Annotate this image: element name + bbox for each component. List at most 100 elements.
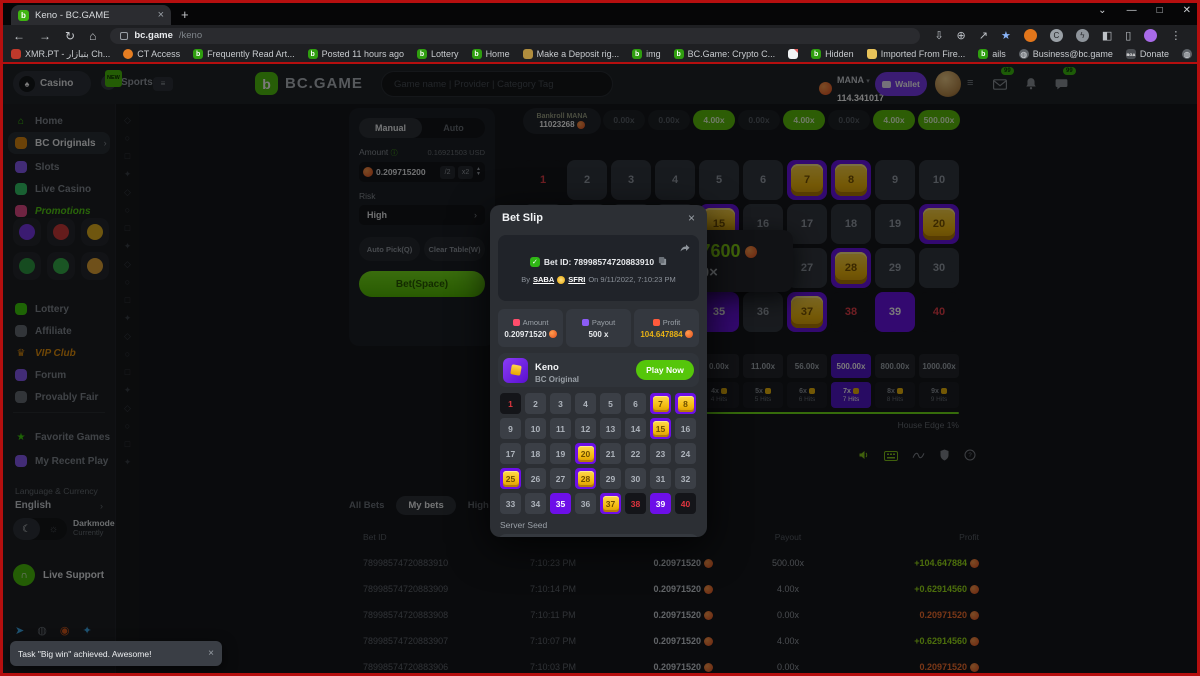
bcgame-b-bookmark-icon	[417, 49, 427, 59]
bookmark[interactable]	[1182, 49, 1192, 60]
browser-tab[interactable]: b Keno - BC.GAME ×	[11, 5, 171, 25]
browser-address-bar: ← → ↻ ⌂ bc.game/keno ⇩ ⊕ ↗ ★ C ϟ ◧ ▯ ⋮	[3, 25, 1197, 46]
toast-close-icon[interactable]: ×	[208, 648, 214, 659]
back-icon[interactable]: ←	[13, 29, 25, 43]
gold-gem-icon: 28	[578, 471, 594, 487]
reload-icon[interactable]: ↻	[65, 29, 75, 43]
play-now-button[interactable]: Play Now	[636, 360, 694, 380]
bookmark[interactable]: Hidden	[811, 49, 854, 60]
bookmark[interactable]: BC.Game: Crypto C...	[674, 49, 776, 60]
metamask-extension-icon[interactable]	[1024, 29, 1037, 42]
bookmark-label: Home	[486, 49, 510, 59]
bookmark-label: XMR.PT - بتبازار Ch...	[25, 49, 110, 60]
result-cell-17: 17	[500, 443, 521, 464]
url-field[interactable]: bc.game/keno	[110, 28, 920, 44]
browser-menu-icon[interactable]: ⋮	[1170, 29, 1181, 42]
install-icon[interactable]: ⇩	[934, 29, 943, 42]
result-cell-34: 34	[525, 493, 546, 514]
bookmark[interactable]: Donate	[1126, 49, 1169, 60]
toast-text: Task "Big win" achieved. Awesome!	[18, 649, 202, 659]
result-cell-11: 11	[550, 418, 571, 439]
tab-close-icon[interactable]: ×	[158, 9, 164, 21]
bookmarks-bar: XMR.PT - بتبازار Ch... CT Access Frequentl…	[3, 46, 1197, 62]
window-hide-icon[interactable]: ⌄	[1098, 5, 1106, 16]
xmr-bookmark-icon	[11, 49, 21, 59]
result-cell-38: 38	[625, 493, 646, 514]
window-minimize-icon[interactable]: —	[1127, 5, 1137, 16]
bookmark-label: BC.Game: Crypto C...	[688, 49, 776, 59]
keno-game-icon	[503, 358, 528, 383]
coin-icon	[549, 330, 557, 338]
result-cell-6: 6	[625, 393, 646, 414]
extension-lightning-icon[interactable]: ϟ	[1076, 29, 1089, 42]
gold-gem-icon: 25	[503, 471, 519, 487]
stat-value: 500 x	[588, 330, 608, 339]
result-cell-7: 7	[650, 393, 671, 414]
window-close-icon[interactable]: ✕	[1183, 5, 1191, 16]
bcgame-page: ♠ Casino ◉NEW Sports ≡ b BC.GAME MANA ▾ …	[3, 64, 1197, 673]
extension-icon[interactable]: C	[1050, 29, 1063, 42]
home-icon[interactable]: ⌂	[89, 29, 96, 43]
profile-avatar-icon[interactable]	[1144, 29, 1157, 42]
result-cell-40: 40	[675, 493, 696, 514]
bookmark-label: CT Access	[137, 49, 180, 59]
username-last[interactable]: SFRI	[568, 275, 585, 284]
bookmark-label: Imported From Fire...	[881, 49, 966, 59]
bookmark-label: ails	[992, 49, 1006, 59]
modal-close-icon[interactable]: ×	[688, 211, 695, 225]
stat-value: 0.20971520	[504, 330, 556, 339]
bet-result-grid: 1234567891011121314151617181920212223242…	[500, 393, 696, 514]
bookmark[interactable]: CT Access	[123, 49, 180, 60]
bookmark[interactable]: Posted 11 hours ago	[308, 49, 404, 60]
result-cell-30: 30	[625, 468, 646, 489]
bookmark[interactable]: Home	[472, 49, 510, 60]
game-provider: BC Original	[535, 375, 579, 384]
tab-title: Keno - BC.GAME	[35, 10, 152, 21]
window-maximize-icon[interactable]: □	[1157, 5, 1163, 16]
forward-icon[interactable]: →	[39, 29, 51, 43]
username-first[interactable]: SABA	[533, 275, 554, 284]
bookmark[interactable]: Make a Deposit rig...	[523, 49, 620, 60]
bookmark[interactable]: ails	[978, 49, 1006, 60]
stat-amount: Amount0.20971520	[498, 309, 563, 347]
zoom-icon[interactable]: ⊕	[957, 29, 966, 42]
result-cell-13: 13	[600, 418, 621, 439]
bookmark[interactable]: Business@bc.game	[1019, 49, 1113, 60]
profit-icon	[653, 319, 660, 326]
game-name: Keno	[535, 362, 559, 373]
url-path: /keno	[179, 30, 202, 41]
bcgame-b-bookmark-icon	[472, 49, 482, 59]
result-cell-31: 31	[650, 468, 671, 489]
modal-title: Bet Slip	[502, 212, 688, 224]
bookmark-label: Donate	[1140, 49, 1169, 59]
verified-icon: ✓	[530, 257, 540, 267]
share-icon[interactable]: ↗	[979, 29, 988, 42]
result-cell-14: 14	[625, 418, 646, 439]
result-cell-36: 36	[575, 493, 596, 514]
bet-info-panel: ✓ Bet ID: 78998574720883910 By SABA SFRI…	[498, 235, 699, 301]
bookmark[interactable]	[788, 49, 798, 60]
bookmark[interactable]: img	[632, 49, 661, 60]
bookmark[interactable]: Lottery	[417, 49, 459, 60]
bookmark[interactable]: Imported From Fire...	[867, 49, 966, 60]
result-cell-35: 35	[550, 493, 571, 514]
amount-icon	[513, 319, 520, 326]
copy-icon[interactable]	[658, 253, 667, 271]
bookmark-star-icon[interactable]: ★	[1001, 29, 1011, 42]
bookmark[interactable]: XMR.PT - بتبازار Ch...	[11, 49, 110, 60]
extensions-puzzle-icon[interactable]: ◧	[1102, 29, 1112, 42]
stat-payout: Payout500 x	[566, 309, 631, 347]
result-cell-23: 23	[650, 443, 671, 464]
site-info-icon[interactable]	[120, 32, 128, 40]
bookmark[interactable]: Frequently Read Art...	[193, 49, 295, 60]
result-cell-3: 3	[550, 393, 571, 414]
result-cell-4: 4	[575, 393, 596, 414]
bookmark-label: Lottery	[431, 49, 459, 59]
result-cell-25: 25	[500, 468, 521, 489]
side-panel-icon[interactable]: ▯	[1125, 29, 1131, 42]
gold-gem-icon: 15	[653, 421, 669, 437]
result-cell-18: 18	[525, 443, 546, 464]
result-cell-1: 1	[500, 393, 521, 414]
new-tab-button[interactable]: +	[181, 7, 189, 22]
result-cell-10: 10	[525, 418, 546, 439]
